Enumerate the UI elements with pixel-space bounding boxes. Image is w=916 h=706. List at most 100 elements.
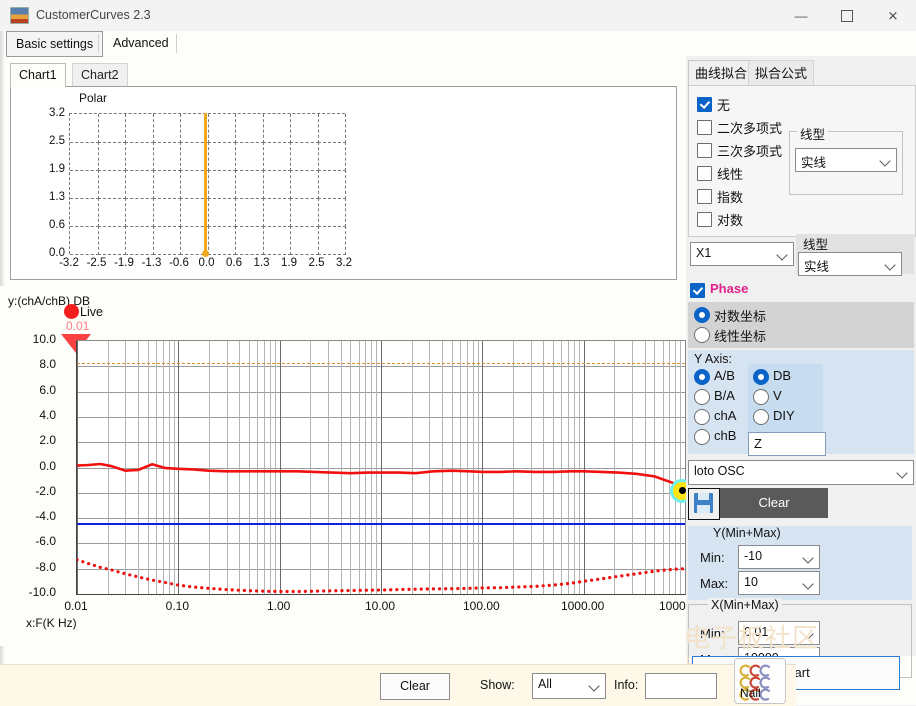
chevron-down-icon-6 xyxy=(802,578,814,590)
floppy-disk-icon xyxy=(694,493,713,513)
fit-option-cubic-label: 三次多项式 xyxy=(717,144,783,159)
z-input-field[interactable]: Z xyxy=(748,432,826,456)
magnitude-curve xyxy=(77,462,685,493)
x-axis-title: x:F(K Hz) xyxy=(26,616,77,630)
application-window: CustomerCurves 2.3 — ✕ Basic settings Ad… xyxy=(0,0,916,706)
device-select[interactable]: loto OSC xyxy=(688,460,914,485)
checkbox-cubic[interactable] xyxy=(697,143,712,158)
radio-cha[interactable] xyxy=(694,409,710,425)
info-input[interactable] xyxy=(645,673,717,699)
y-tick-label: 4.0 xyxy=(39,407,56,422)
fit-tab-bar: 曲线拟合 拟合公式 xyxy=(686,60,916,86)
chevron-down-icon-9 xyxy=(588,680,600,692)
log-scale-label: 对数坐标 xyxy=(714,309,767,324)
tab-advanced[interactable]: Advanced xyxy=(104,31,178,55)
y-tick-label: 0.0 xyxy=(39,458,56,473)
x-series-select[interactable]: X1 xyxy=(690,242,794,266)
y-tick-label: 8.0 xyxy=(39,357,56,372)
radio-db[interactable] xyxy=(753,369,769,385)
checkbox-phase[interactable] xyxy=(690,283,705,298)
y-max-label: Max: xyxy=(700,576,729,591)
checkbox-quadratic[interactable] xyxy=(697,120,712,135)
chevron-down-icon-5 xyxy=(802,552,814,564)
radio-log-scale[interactable] xyxy=(694,307,710,323)
y-tick-label: 2.0 xyxy=(39,433,56,448)
linetype-group-title: 线型 xyxy=(797,124,829,143)
x-minmax-title: X(Min+Max) xyxy=(708,598,782,612)
tab-fit-formula[interactable]: 拟合公式 xyxy=(748,60,815,86)
radio-chb-label: chB xyxy=(714,428,737,443)
y-tick-label: -2.0 xyxy=(35,483,56,498)
save-button[interactable] xyxy=(688,488,720,520)
radio-ab[interactable] xyxy=(694,369,710,385)
radio-linear-scale[interactable] xyxy=(694,327,710,343)
nail-button[interactable]: Nail xyxy=(734,658,786,704)
y-tick-label: -4.0 xyxy=(35,509,56,524)
y-min-select[interactable]: -10 xyxy=(738,545,820,569)
plot-area[interactable] xyxy=(76,340,686,595)
clear-data-button[interactable]: Clear xyxy=(720,488,828,518)
unit-group: DB V DIY xyxy=(748,364,823,436)
main-tab-bar: Basic settings Advanced xyxy=(0,31,916,57)
tab-separator-2 xyxy=(176,34,177,53)
bottom-toolbar: Clear Show: All Info: xyxy=(0,664,796,706)
tab-separator xyxy=(98,34,99,53)
linetype-select-2[interactable]: 实线 xyxy=(798,252,902,276)
radio-v[interactable] xyxy=(753,389,769,405)
y-max-select[interactable]: 10 xyxy=(738,571,820,595)
minimize-button[interactable]: — xyxy=(778,0,824,31)
checkbox-logarithmic[interactable] xyxy=(697,212,712,227)
y-axis-title: y:(chA/chB) DB xyxy=(8,294,91,308)
polar-curve xyxy=(11,87,676,279)
checkbox-linear[interactable] xyxy=(697,166,712,181)
polar-x-tick: 3.2 xyxy=(336,257,352,269)
y-min-label: Min: xyxy=(700,550,725,565)
y-tick-label: -8.0 xyxy=(35,559,56,574)
radio-chb[interactable] xyxy=(694,429,710,445)
y-max-value: 10 xyxy=(744,575,758,589)
close-button[interactable]: ✕ xyxy=(870,0,916,31)
maximize-button[interactable] xyxy=(824,0,870,31)
info-label: Info: xyxy=(614,678,639,692)
x-tick-label: 10.00 xyxy=(364,599,396,613)
title-bar: CustomerCurves 2.3 — ✕ xyxy=(0,0,916,32)
radio-db-label: DB xyxy=(773,368,792,383)
app-icon xyxy=(10,7,29,24)
checkbox-none[interactable] xyxy=(697,97,712,112)
y-tick-label: 6.0 xyxy=(39,382,56,397)
chevron-down-icon-2 xyxy=(776,249,788,261)
maximize-icon xyxy=(841,9,853,22)
checkbox-exponential[interactable] xyxy=(697,189,712,204)
radio-ab-label: A/B xyxy=(714,368,735,383)
fit-option-none-label: 无 xyxy=(717,98,731,113)
fit-option-logarithmic-label: 对数 xyxy=(717,213,744,228)
linetype-group-2-title: 线型 xyxy=(803,238,829,252)
bottom-clear-button[interactable]: Clear xyxy=(380,673,450,700)
radio-ba[interactable] xyxy=(694,389,710,405)
radio-diy[interactable] xyxy=(753,409,769,425)
x-tick-label: 1.00 xyxy=(266,599,291,613)
save-clear-row: Clear xyxy=(688,488,912,520)
chevron-down-icon xyxy=(879,155,891,167)
linear-scale-label: 线性坐标 xyxy=(714,329,767,344)
polar-chart-panel[interactable]: Polar 3.2 2.5 1.9 1.3 0.6 0.0 -3.2 -2.5 -1.9 -1.… xyxy=(10,86,677,280)
fit-option-quadratic-label: 二次多项式 xyxy=(717,121,783,136)
window-title: CustomerCurves 2.3 xyxy=(36,8,151,22)
fit-option-linear-label: 线性 xyxy=(717,167,744,182)
close-icon: ✕ xyxy=(887,8,899,23)
scale-type-group: 对数坐标 线性坐标 xyxy=(688,302,914,348)
nail-label: Nail xyxy=(740,686,761,700)
phase-label: Phase xyxy=(710,281,749,296)
show-select[interactable]: All xyxy=(532,673,606,699)
show-label: Show: xyxy=(480,678,515,692)
y-minmax-title: Y(Min+Max) xyxy=(713,526,781,540)
tab-curve-fit[interactable]: 曲线拟合 xyxy=(688,60,755,86)
live-label: Live xyxy=(80,305,103,319)
main-chart-panel: y:(chA/chB) DB x:F(K Hz) Live 0.01 10.0 8… xyxy=(0,286,796,646)
tab-basic-settings[interactable]: Basic settings xyxy=(6,31,104,57)
tab-chart2[interactable]: Chart2 xyxy=(72,63,128,87)
linetype-select[interactable]: 实线 xyxy=(795,148,897,172)
minimize-icon: — xyxy=(794,8,808,23)
tab-chart1[interactable]: Chart1 xyxy=(10,63,66,87)
fit-option-exponential-label: 指数 xyxy=(717,190,744,205)
